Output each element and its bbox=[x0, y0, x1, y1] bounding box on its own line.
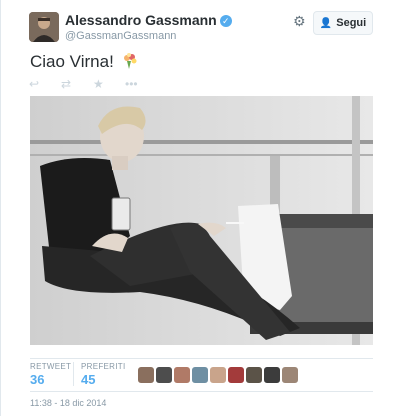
retweet-stat-label: RETWEET bbox=[30, 362, 72, 371]
follow-label: Segui bbox=[336, 17, 367, 29]
tweet-photo[interactable] bbox=[30, 96, 373, 345]
favoriter-avatar[interactable] bbox=[156, 367, 172, 383]
favoriter-avatar[interactable] bbox=[264, 367, 280, 383]
favoriter-avatar[interactable] bbox=[246, 367, 262, 383]
star-icon[interactable]: ★ bbox=[93, 78, 104, 90]
display-name-text[interactable]: Alessandro Gassmann bbox=[65, 12, 217, 28]
follow-button[interactable]: 👤 Segui bbox=[313, 11, 373, 35]
stats-separator bbox=[73, 362, 74, 386]
user-handle[interactable]: @GassmanGassmann bbox=[65, 30, 176, 42]
favoriter-avatar[interactable] bbox=[210, 367, 226, 383]
favoriter-avatar[interactable] bbox=[192, 367, 208, 383]
favoriter-avatar[interactable] bbox=[138, 367, 154, 383]
tweet-text: Ciao Virna! bbox=[30, 52, 139, 75]
favoriter-avatar[interactable] bbox=[228, 367, 244, 383]
favorites-count[interactable]: 45 bbox=[81, 372, 95, 387]
tweet-text-content: Ciao Virna! bbox=[30, 52, 114, 71]
tweet-timestamp[interactable]: 11:38 - 18 dic 2014 bbox=[30, 398, 106, 408]
retweet-count[interactable]: 36 bbox=[30, 372, 44, 387]
more-dots-icon[interactable]: ••• bbox=[125, 78, 138, 90]
retweet-icon[interactable]: ⇄ bbox=[61, 78, 71, 90]
gear-icon[interactable]: ⚙ bbox=[293, 14, 307, 28]
favorites-stat-label: PREFERITI bbox=[81, 362, 126, 371]
display-name[interactable]: Alessandro Gassmann ✓ bbox=[65, 12, 232, 28]
stats-top-divider bbox=[30, 358, 373, 359]
avatar[interactable] bbox=[29, 12, 59, 42]
tweet-card: Alessandro Gassmann ✓ @GassmanGassmann ⚙ … bbox=[0, 0, 395, 416]
bouquet-emoji-icon bbox=[121, 52, 139, 75]
stats-bottom-divider bbox=[30, 391, 373, 392]
favoriter-avatar[interactable] bbox=[174, 367, 190, 383]
add-user-icon: 👤 bbox=[319, 18, 333, 29]
reply-icon[interactable]: ↩ bbox=[29, 78, 39, 90]
favoriter-avatar[interactable] bbox=[282, 367, 298, 383]
verified-badge-icon: ✓ bbox=[219, 15, 232, 27]
